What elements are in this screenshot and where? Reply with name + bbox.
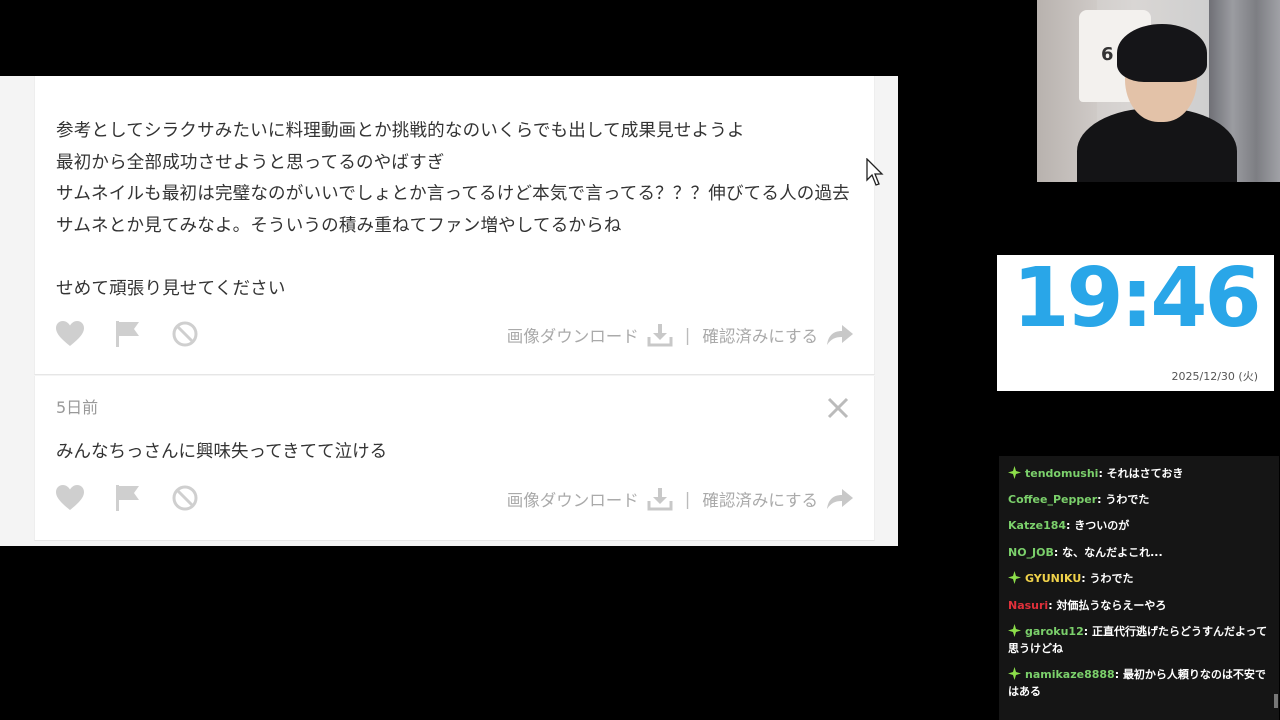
subscriber-badge-icon: [1008, 667, 1021, 680]
chat-message: Coffee_Pepper: うわでた: [1008, 493, 1150, 506]
comment-line: サムネとか見てみなよ。そういうの積み重ねてファン増やしてるからね: [56, 215, 622, 236]
chat-text: それはさておき: [1106, 467, 1184, 480]
flag-icon[interactable]: [113, 484, 143, 512]
share-arrow-icon[interactable]: [826, 323, 854, 347]
download-image-button[interactable]: 画像ダウンロード: [507, 323, 639, 347]
chat-text: な、なんだよこれ...: [1062, 546, 1163, 559]
chat-text: うわでた: [1089, 572, 1134, 585]
chat-message: NO_JOB: な、なんだよこれ...: [1008, 546, 1163, 559]
clock-time: 19:46: [1012, 251, 1261, 346]
chat-username[interactable]: Nasuri: [1008, 599, 1048, 612]
comment-panel: 参考としてシラクサみたいに料理動画とか挑戦的なのいくらでも出して成果見せようよ …: [0, 76, 898, 546]
comment-actions: 画像ダウンロード | 確認済みにする: [55, 318, 854, 352]
chat-username[interactable]: GYUNIKU: [1025, 572, 1081, 585]
comment-line: サムネイルも最初は完璧なのがいいでしょとか言ってるけど本気で言ってる？？？伸びて…: [56, 184, 850, 204]
subscriber-badge-icon: [1008, 571, 1021, 584]
chat-username[interactable]: Katze184: [1008, 519, 1066, 532]
chat-text: 対価払うならえーやろ: [1056, 599, 1167, 612]
action-separator: |: [684, 325, 691, 345]
comment-right-actions: 画像ダウンロード | 確認済みにする: [507, 318, 854, 352]
clock-date: 2025/12/30 (火): [1171, 370, 1258, 383]
webcam-feed: 6: [1037, 0, 1280, 182]
comment-actions: 画像ダウンロード | 確認済みにする: [55, 482, 854, 516]
subscriber-badge-icon: [1008, 466, 1021, 479]
comment-right-actions: 画像ダウンロード | 確認済みにする: [507, 482, 854, 516]
comment-card: 5日前 みんなちっさんに興味失ってきてて泣ける 画像ダウンロード | 確認済みに…: [34, 376, 875, 541]
comment-line: 最初から全部成功させようと思ってるのやばすぎ: [56, 152, 445, 173]
clock-widget: 19:46 2025/12/30 (火): [997, 251, 1274, 391]
mouse-cursor-icon: [866, 158, 884, 186]
download-icon[interactable]: [647, 323, 673, 347]
close-icon[interactable]: [826, 396, 850, 420]
chat-username[interactable]: namikaze8888: [1025, 668, 1115, 681]
comment-timestamp: 5日前: [56, 398, 99, 417]
chat-text: きついのが: [1074, 519, 1130, 532]
chat-message: tendomushi: それはさておき: [1008, 465, 1270, 482]
share-arrow-icon[interactable]: [826, 487, 854, 511]
chat-message: GYUNIKU: うわでた: [1008, 570, 1270, 587]
jersey-number: 6: [1101, 44, 1114, 65]
chat-message: Katze184: きついのが: [1008, 519, 1130, 532]
ban-icon[interactable]: [170, 320, 200, 348]
action-separator: |: [684, 489, 691, 509]
download-image-button[interactable]: 画像ダウンロード: [507, 487, 639, 511]
flag-icon[interactable]: [113, 320, 143, 348]
chat-message: Nasuri: 対価払うならえーやろ: [1008, 599, 1167, 612]
chat-message: garoku12: 正直代行逃げたらどうすんだよって思うけどね: [1008, 624, 1268, 655]
comment-blank-line: [56, 242, 866, 274]
chat-text: うわでた: [1105, 493, 1150, 506]
mark-confirmed-button[interactable]: 確認済みにする: [702, 323, 818, 347]
subscriber-badge-icon: [1008, 624, 1021, 637]
chat-panel: tendomushi: それはさておき Coffee_Pepper: うわでた …: [999, 456, 1279, 720]
comment-line: せめて頑張り見せてください: [56, 278, 286, 299]
chat-scrollbar[interactable]: [1274, 694, 1278, 708]
heart-icon[interactable]: [55, 484, 85, 512]
mark-confirmed-button[interactable]: 確認済みにする: [702, 487, 818, 511]
ban-icon[interactable]: [170, 484, 200, 512]
chat-message: namikaze8888: 最初から人頼りなのは不安ではある: [1008, 667, 1266, 698]
download-icon[interactable]: [647, 487, 673, 511]
chat-username[interactable]: garoku12: [1025, 625, 1084, 638]
chat-username[interactable]: NO_JOB: [1008, 546, 1054, 559]
chat-username[interactable]: Coffee_Pepper: [1008, 493, 1097, 506]
comment-body: 参考としてシラクサみたいに料理動画とか挑戦的なのいくらでも出して成果見せようよ …: [56, 116, 866, 305]
heart-icon[interactable]: [55, 320, 85, 348]
webcam-person-hair: [1117, 24, 1207, 82]
comment-line: 参考としてシラクサみたいに料理動画とか挑戦的なのいくらでも出して成果見せようよ: [56, 121, 745, 141]
comment-card: 参考としてシラクサみたいに料理動画とか挑戦的なのいくらでも出して成果見せようよ …: [34, 76, 875, 375]
chat-username[interactable]: tendomushi: [1025, 467, 1098, 480]
comment-body: みんなちっさんに興味失ってきてて泣ける: [56, 442, 388, 462]
